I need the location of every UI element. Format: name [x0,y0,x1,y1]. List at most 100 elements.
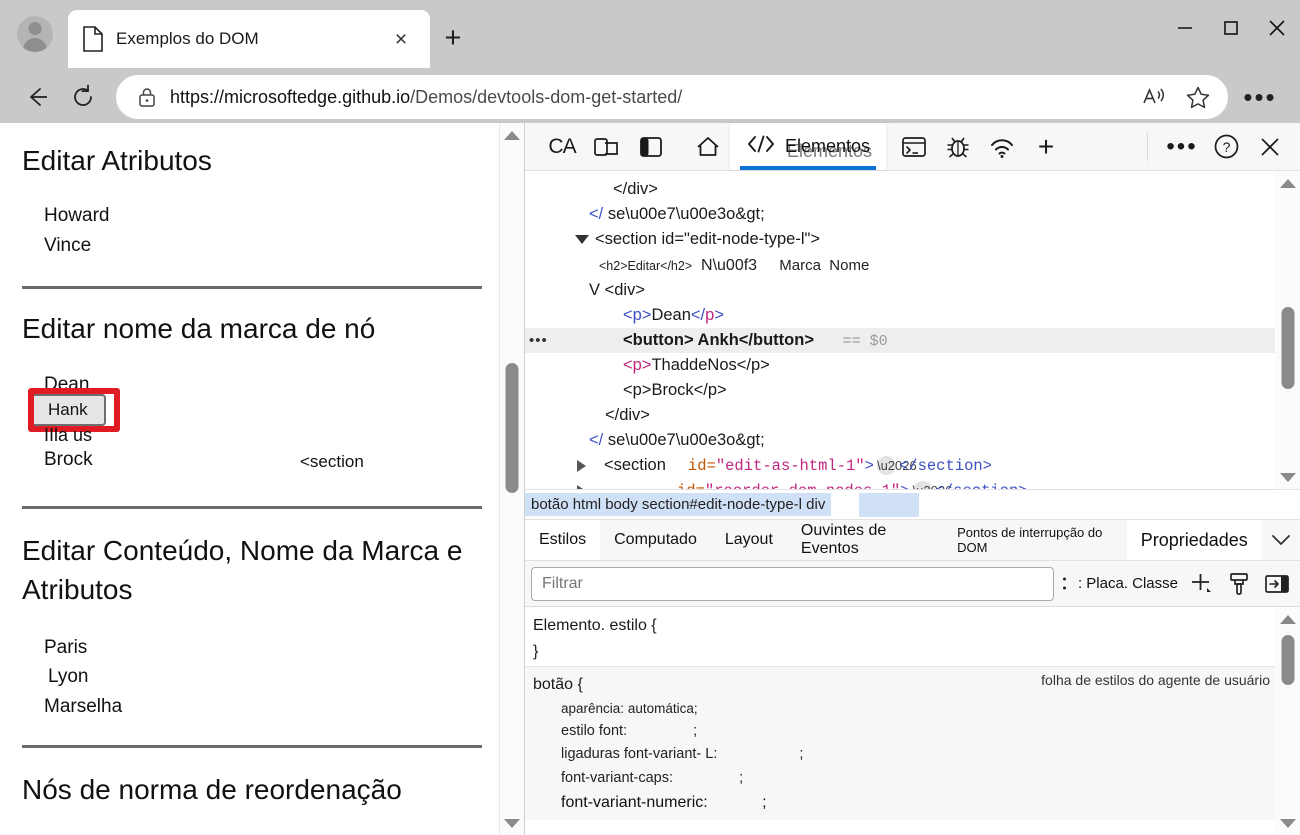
dom-node-p-brock[interactable]: <p>Brock</p> [525,378,1300,403]
css-declaration[interactable]: font-variant-numeric: ; [533,790,1292,816]
scroll-down-arrow-icon[interactable] [500,811,524,835]
page-scrollbar[interactable] [499,123,524,835]
css-declaration[interactable]: font-variant-caps: ; [533,767,1292,790]
maximize-icon[interactable] [1208,0,1254,56]
dom-node-close-div-2[interactable]: </div> [525,403,1300,428]
close-devtools-icon[interactable] [1248,124,1292,170]
css-property-name[interactable]: ligaduras font-variant- L: [561,746,717,762]
css-property-name[interactable]: aparência: [561,701,624,716]
read-aloud-icon[interactable] [1132,77,1176,117]
dom-node-close-section[interactable]: </ se\u00e7\u00e3o&gt; [525,202,1300,227]
css-property-value[interactable]: ; [799,746,803,762]
breadcrumb-path[interactable]: botão html body section#edit-node-type-l… [525,493,831,516]
breadcrumb[interactable]: botão html body section#edit-node-type-l… [525,489,1300,519]
tab-ouvintes-de-eventos[interactable]: Ouvintes de Eventos [787,520,943,560]
dom-node-div-open[interactable]: V <div> [525,278,1300,303]
dom-tree-scrollbar[interactable] [1275,171,1300,489]
tab-estilos[interactable]: Estilos [525,520,600,560]
scroll-down-arrow-icon[interactable] [1275,811,1300,835]
css-rule-origin: folha de estilos do agente de usuário [1041,672,1270,688]
dom-node-p-dean[interactable]: <p>Dean</p> [525,303,1300,328]
close-icon[interactable] [1254,0,1300,56]
scroll-track[interactable] [500,147,524,811]
scroll-thumb[interactable] [1281,307,1294,389]
browser-tab[interactable]: Exemplos do DOM × [68,10,430,68]
device-toggle-icon[interactable] [585,124,629,170]
dom-node-section-reorder[interactable]: id="reorder-dom-nodes-1">\u2026</section… [525,478,1300,489]
dom-node-h2[interactable]: <h2>Editar</h2> N\u00f3 Marca Nome [525,252,1300,278]
collapsed-content-icon[interactable]: \u2026 [877,456,896,475]
close-icon[interactable]: × [386,24,416,54]
dom-node-section-edit-as-html[interactable]: <sectionid="edit-as-html-1">\u2026</sect… [525,453,1300,478]
dom-node-close-section-2[interactable]: </ se\u00e7\u00e3o&gt; [525,428,1300,453]
minimize-icon[interactable] [1162,0,1208,56]
scroll-thumb[interactable] [1281,635,1294,685]
css-declaration[interactable]: estilo font: ; [533,720,1292,743]
scroll-track[interactable] [1275,631,1300,811]
collapsed-content-icon[interactable]: \u2026 [913,481,932,489]
chevron-right-icon[interactable] [577,460,586,472]
css-property-name[interactable]: estilo font: [561,723,627,739]
dom-tree[interactable]: </div> </ se\u00e7\u00e3o&gt; <section i… [525,171,1300,489]
console-icon[interactable] [892,124,936,170]
profile-button[interactable] [10,10,60,58]
toolbar-separator [1147,133,1148,161]
css-property-value[interactable]: automática; [628,701,698,716]
css-declaration[interactable]: aparência: automática; [533,698,1292,720]
css-property-name[interactable]: font-variant-numeric: [561,794,708,811]
scroll-thumb[interactable] [506,363,519,493]
star-icon[interactable] [1176,77,1220,117]
back-arrow-icon[interactable] [14,74,60,120]
pseudo-class-label[interactable]: : Placa. Classe [1076,575,1180,592]
chevron-down-icon[interactable] [1262,520,1300,560]
paintbrush-icon[interactable] [1222,567,1256,601]
network-icon[interactable] [980,124,1024,170]
dom-node-section-edit-node-type[interactable]: <section id="edit-node-type-l"> [525,227,1300,252]
address-bar[interactable]: https://microsoftedge.github.io/Demos/de… [116,75,1228,119]
css-property-name[interactable]: font-variant-caps: [561,770,673,786]
add-tool-icon[interactable]: + [1024,124,1068,170]
scroll-up-arrow-icon[interactable] [1275,171,1300,195]
css-selector[interactable]: Elemento. estilo { [533,613,1292,639]
divider [22,286,482,289]
panel-right-icon[interactable] [1260,567,1294,601]
tab-pontos-de-interrupcao-do-dom[interactable]: Pontos de interrupção do DOM [943,520,1127,560]
css-declaration[interactable]: ligaduras font-variant- L: ; [533,743,1292,766]
dom-node-button-selected[interactable]: ••• <button> Ankh</button> == $0 [525,328,1300,353]
css-property-value[interactable]: ; [693,723,697,739]
tab-propriedades[interactable]: Propriedades [1127,520,1262,560]
styles-scrollbar[interactable] [1275,607,1300,835]
chevron-down-icon[interactable] [575,235,589,244]
inspect-element-icon[interactable]: CA [539,124,585,170]
dock-panel-icon[interactable] [629,124,673,170]
node-menu-dots[interactable]: ••• [529,328,548,353]
page-icon [82,26,104,52]
breadcrumb-highlight-extra [859,493,919,517]
new-tab-button[interactable]: + [437,22,469,54]
list-item: Brock [22,445,93,474]
css-property-value[interactable]: ; [739,770,743,786]
scroll-up-arrow-icon[interactable] [1275,607,1300,631]
dom-node-p-thaddeus[interactable]: <p>ThaddeNos</p> [525,353,1300,378]
browser-settings-button[interactable]: ••• [1234,74,1286,120]
tab-layout[interactable]: Layout [711,520,787,560]
dom-node-close-div[interactable]: </div> [525,177,1300,202]
scroll-up-arrow-icon[interactable] [500,123,524,147]
plus-icon[interactable] [1184,567,1218,601]
more-tools-icon[interactable]: ••• [1160,124,1204,170]
css-rule-user-agent[interactable]: botão { folha de estilos do agente de us… [525,666,1300,820]
styles-pane[interactable]: Elemento. estilo { } botão { folha de es… [525,607,1300,835]
filter-input[interactable] [531,567,1054,601]
url-path: /Demos/devtools-dom-get-started/ [410,87,682,107]
tab-elementos[interactable]: ElementosElementos [730,123,886,170]
css-rule-element-style[interactable]: Elemento. estilo { } [525,607,1300,666]
scroll-down-arrow-icon[interactable] [1275,465,1300,489]
scroll-track[interactable] [1275,195,1300,465]
help-icon[interactable]: ? [1204,124,1248,170]
bug-icon[interactable] [936,124,980,170]
reload-icon[interactable] [60,74,106,120]
css-property-value[interactable]: ; [762,794,766,811]
pseudo-menu-dots-icon[interactable] [1058,567,1072,601]
tab-computado[interactable]: Computado [600,520,711,560]
home-icon[interactable] [686,124,730,170]
